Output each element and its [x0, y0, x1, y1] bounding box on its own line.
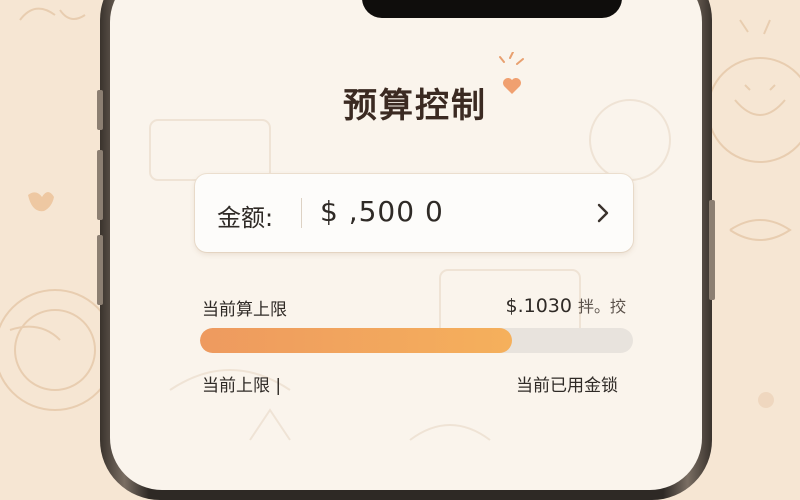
heart-icon [499, 52, 524, 94]
budget-progress-bar [200, 328, 633, 353]
volume-down-button [97, 235, 103, 305]
budget-progress-fill [200, 328, 512, 353]
budget-limit-suffix: 拌。挍 [577, 297, 626, 316]
budget-limit-label: 当前算上限 [202, 300, 287, 320]
phone-frame: 预算控制 金额: $ ,500 0 当前算上限 $.1030 拌。挍 当前上限 |… [97, 0, 715, 500]
current-limit-label: 当前上限 | [202, 376, 282, 396]
power-button [709, 200, 715, 300]
phone-notch [362, 0, 622, 18]
amount-label: 金额: [217, 204, 274, 232]
phone-screen: 预算控制 金额: $ ,500 0 当前算上限 $.1030 拌。挍 当前上限 |… [110, 0, 702, 490]
chevron-right-icon[interactable] [591, 201, 615, 225]
amount-field[interactable]: 金额: $ ,500 0 [195, 174, 633, 252]
paw-icon [28, 192, 54, 212]
amount-value[interactable]: $ ,500 0 [320, 195, 444, 228]
volume-up-button [97, 150, 103, 220]
mute-switch [97, 90, 103, 130]
budget-limit-amount: $.1030 [505, 295, 572, 317]
budget-limit-value: $.1030 拌。挍 [506, 293, 627, 317]
amount-divider [301, 198, 302, 228]
current-used-label: 当前已用金锁 [516, 376, 618, 396]
page-title: 预算控制 [343, 86, 487, 126]
